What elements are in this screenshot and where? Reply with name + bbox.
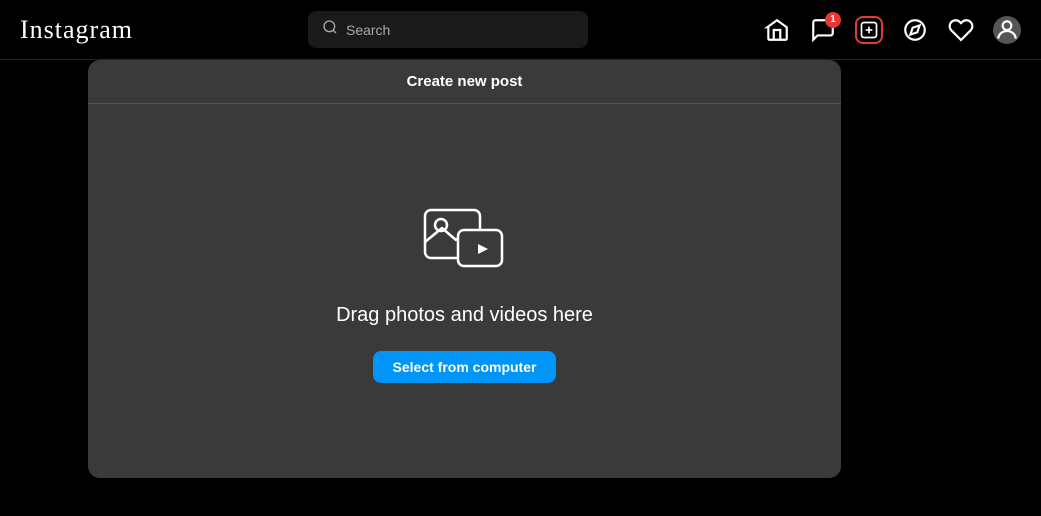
create-post-modal: Create new post Drag photos and videos h… (88, 60, 841, 478)
nav-icons: 1 (763, 16, 1021, 44)
messages-badge: 1 (825, 12, 841, 28)
avatar (993, 16, 1021, 44)
search-icon (322, 19, 338, 40)
likes-icon[interactable] (947, 16, 975, 44)
drag-text: Drag photos and videos here (336, 304, 593, 327)
upload-icon (420, 200, 510, 280)
navbar: Instagram 1 (0, 0, 1041, 60)
search-input[interactable] (346, 22, 574, 38)
create-icon[interactable] (855, 16, 883, 44)
select-from-computer-button[interactable]: Select from computer (373, 351, 557, 383)
home-icon[interactable] (763, 16, 791, 44)
messages-icon[interactable]: 1 (809, 16, 837, 44)
explore-icon[interactable] (901, 16, 929, 44)
modal-header: Create new post (88, 60, 841, 104)
modal-body: Drag photos and videos here Select from … (88, 104, 841, 478)
search-bar[interactable] (308, 11, 588, 48)
profile-icon[interactable] (993, 16, 1021, 44)
modal-title: Create new post (407, 73, 523, 90)
instagram-logo[interactable]: Instagram (20, 15, 133, 45)
